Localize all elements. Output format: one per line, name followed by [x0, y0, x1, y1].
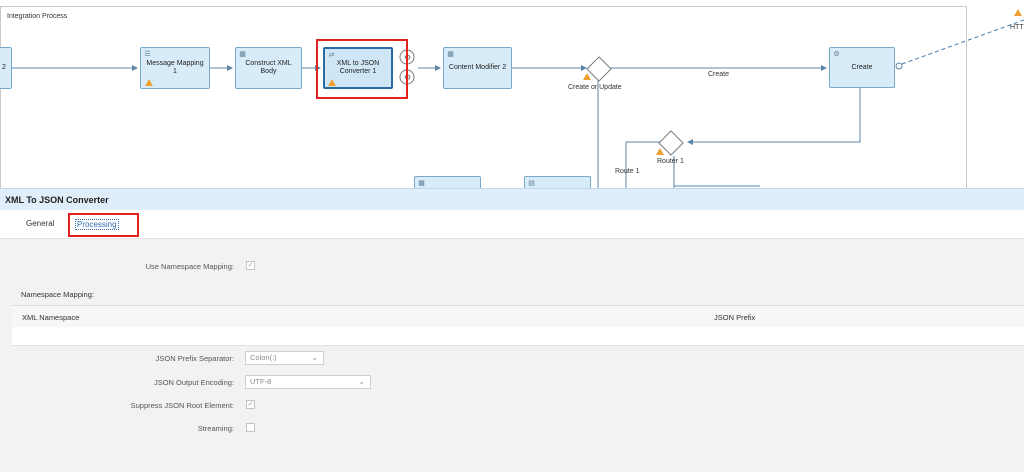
- namespace-table-empty-row: [12, 327, 1024, 346]
- panel-title: XML To JSON Converter: [5, 195, 109, 205]
- json-output-encoding-label: JSON Output Encoding:: [153, 378, 234, 387]
- warning-icon: [583, 73, 591, 80]
- chevron-down-icon: ⌄: [358, 377, 365, 386]
- streaming-label: Streaming:: [197, 424, 234, 433]
- streaming-checkbox[interactable]: [246, 423, 255, 432]
- mapping-icon: ☰: [144, 51, 151, 58]
- create-step[interactable]: ⚙ Create: [829, 47, 895, 88]
- select-value: UTF-8: [250, 377, 272, 386]
- gateway-label: Create or Update: [568, 84, 622, 91]
- content-modifier-icon: ▦: [447, 51, 454, 58]
- tab-general[interactable]: General: [26, 219, 54, 228]
- use-namespace-mapping-checkbox[interactable]: ✓: [246, 261, 255, 270]
- step-partial-bottom-2[interactable]: ▤: [524, 176, 591, 188]
- warning-icon: [145, 79, 153, 86]
- column-header-xml-namespace: XML Namespace: [22, 313, 80, 322]
- json-prefix-separator-label: JSON Prefix Separator:: [155, 354, 234, 363]
- content-modifier-2-step[interactable]: ▦ Content Modifier 2: [443, 47, 512, 89]
- receiver-label: HTT: [1010, 24, 1024, 31]
- construct-xml-body-step[interactable]: ▦ Construct XML Body: [235, 47, 302, 89]
- step-label: 2: [2, 64, 6, 71]
- flow-label-route1: Route 1: [615, 168, 640, 175]
- sequence-flows: ⚙ ⚙: [12, 19, 1024, 188]
- content-modifier-icon: ▦: [418, 180, 425, 187]
- property-panel-header: XML To JSON Converter: [0, 188, 1024, 211]
- property-tabs: General Processing: [0, 210, 1024, 239]
- step-label: Create: [851, 63, 873, 71]
- select-value: Colon(:): [250, 353, 277, 362]
- highlight-box-step: [316, 39, 408, 99]
- step-partial-left[interactable]: 2: [0, 47, 12, 89]
- message-mapping-step[interactable]: ☰ Message Mapping 1: [140, 47, 210, 89]
- suppress-json-root-label: Suppress JSON Root Element:: [130, 401, 234, 410]
- json-prefix-separator-select[interactable]: Colon(:) ⌄: [245, 351, 324, 365]
- warning-icon: [656, 148, 664, 155]
- use-namespace-mapping-label: Use Namespace Mapping:: [145, 262, 234, 271]
- request-reply-icon: ⚙: [833, 51, 840, 58]
- content-modifier-icon: ▦: [239, 51, 246, 58]
- step-label: Message Mapping 1: [146, 60, 204, 75]
- step-label: Content Modifier 2: [448, 64, 507, 71]
- step-label: Construct XML Body: [245, 60, 292, 75]
- suppress-json-root-checkbox[interactable]: ✓: [246, 400, 255, 409]
- column-header-json-prefix: JSON Prefix: [714, 313, 756, 322]
- step-partial-bottom-1[interactable]: ▦: [414, 176, 481, 188]
- namespace-mapping-label: Namespace Mapping:: [21, 290, 94, 299]
- namespace-table-header: XML Namespace JSON Prefix: [12, 305, 1024, 329]
- script-icon: ▤: [528, 180, 535, 187]
- integration-flow-canvas[interactable]: Integration Process ⚙ ⚙ 2 ☰ Message Mapp…: [0, 0, 1024, 188]
- flow-label-create: Create: [708, 71, 730, 78]
- json-output-encoding-select[interactable]: UTF-8 ⌄: [245, 375, 371, 389]
- highlight-box-tab: [68, 213, 139, 237]
- gateway-label: Router 1: [657, 158, 684, 165]
- warning-icon: [1014, 9, 1022, 16]
- chevron-down-icon: ⌄: [311, 353, 318, 362]
